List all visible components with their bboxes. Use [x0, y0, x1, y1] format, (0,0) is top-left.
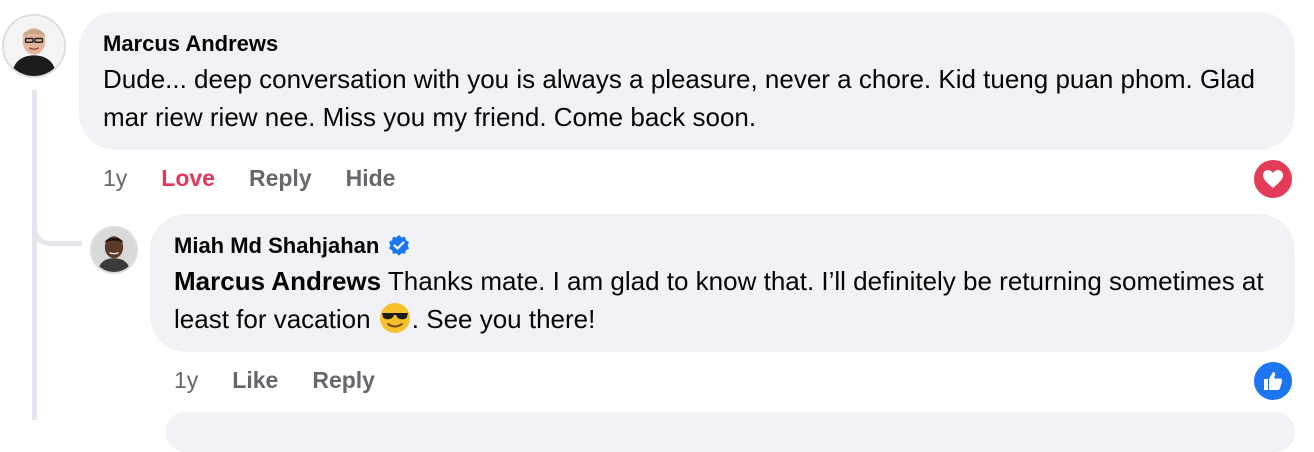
reply-connector-line [32, 200, 82, 246]
reply-bubble: Miah Md Shahjahan Marcus Andrews Thanks … [150, 214, 1295, 352]
reply-button[interactable]: Reply [312, 367, 375, 394]
author-name[interactable]: Miah Md Shahjahan [174, 232, 379, 260]
love-reaction-button[interactable]: Love [161, 165, 215, 192]
comment-bubble: Marcus Andrews Dude... deep conversation… [79, 12, 1295, 150]
mention-link[interactable]: Marcus Andrews [174, 266, 381, 296]
avatar[interactable] [2, 14, 66, 78]
like-button[interactable]: Like [232, 367, 278, 394]
thread-line [32, 90, 37, 420]
reaction-summary-love[interactable] [1251, 157, 1295, 201]
author-name[interactable]: Marcus Andrews [103, 30, 278, 58]
verified-badge-icon [389, 235, 410, 256]
comment-text: Dude... deep conversation with you is al… [103, 64, 1255, 132]
comment-text: Marcus Andrews Thanks mate. I am glad to… [174, 262, 1271, 338]
timestamp[interactable]: 1y [174, 367, 198, 394]
comment-actions: 1y Like Reply [174, 367, 409, 394]
comment-text-part: . See you there! [411, 304, 596, 334]
comment-author[interactable]: Miah Md Shahjahan [174, 232, 1271, 260]
reply-button[interactable]: Reply [249, 165, 312, 192]
heart-icon [1263, 170, 1283, 188]
thumbs-up-icon [1264, 372, 1283, 390]
next-reply-bubble [165, 412, 1295, 452]
avatar[interactable] [90, 226, 138, 274]
profile-photo-icon [4, 16, 64, 76]
hide-button[interactable]: Hide [346, 165, 396, 192]
smiling-face-with-sunglasses-emoji-icon [379, 303, 410, 333]
reaction-summary-like[interactable] [1251, 359, 1295, 403]
timestamp[interactable]: 1y [103, 165, 127, 192]
comment-actions: 1y Love Reply Hide [103, 165, 429, 192]
comment-author[interactable]: Marcus Andrews [103, 30, 1271, 58]
profile-photo-icon [92, 228, 136, 272]
